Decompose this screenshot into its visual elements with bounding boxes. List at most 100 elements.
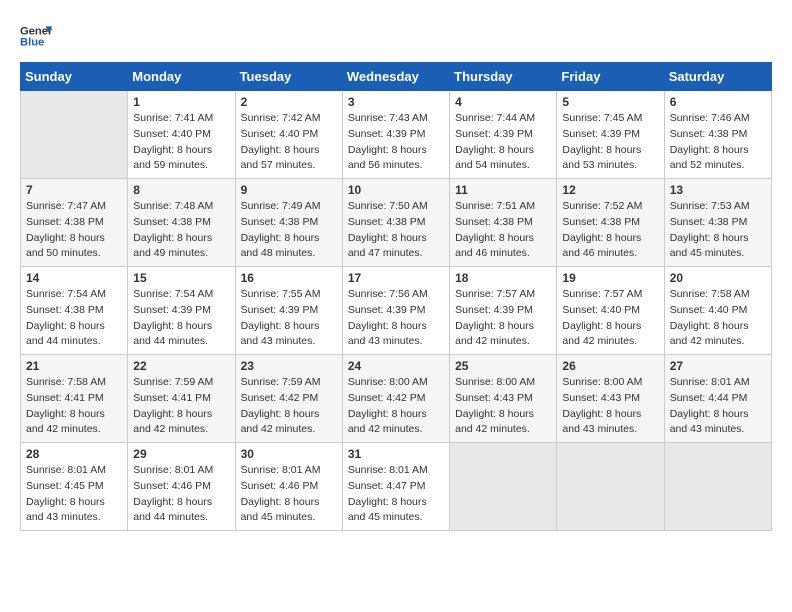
day-number: 3 (348, 95, 444, 109)
day-info: Sunrise: 7:50 AM Sunset: 4:38 PM Dayligh… (348, 199, 444, 262)
calendar-week-3: 14 Sunrise: 7:54 AM Sunset: 4:38 PM Dayli… (21, 267, 772, 355)
calendar-cell: 7 Sunrise: 7:47 AM Sunset: 4:38 PM Daylig… (21, 179, 128, 267)
day-info: Sunrise: 7:53 AM Sunset: 4:38 PM Dayligh… (670, 199, 766, 262)
day-info: Sunrise: 8:00 AM Sunset: 4:43 PM Dayligh… (455, 375, 551, 438)
day-number: 15 (133, 271, 229, 285)
header-friday: Friday (557, 63, 664, 91)
calendar-cell: 5 Sunrise: 7:45 AM Sunset: 4:39 PM Daylig… (557, 91, 664, 179)
calendar-cell: 4Sunrise: 7:44 AM Sunset: 4:39 PM Daylig… (450, 91, 557, 179)
calendar-cell (21, 91, 128, 179)
calendar-cell: 29 Sunrise: 8:01 AM Sunset: 4:46 PM Dayli… (128, 443, 235, 531)
calendar-week-4: 21 Sunrise: 7:58 AM Sunset: 4:41 PM Dayli… (21, 355, 772, 443)
day-info: Sunrise: 7:54 AM Sunset: 4:38 PM Dayligh… (26, 287, 122, 350)
day-info: Sunrise: 7:56 AM Sunset: 4:39 PM Dayligh… (348, 287, 444, 350)
calendar-cell: 13 Sunrise: 7:53 AM Sunset: 4:38 PM Dayli… (664, 179, 771, 267)
day-info: Sunrise: 8:00 AM Sunset: 4:42 PM Dayligh… (348, 375, 444, 438)
calendar-header: Sunday Monday Tuesday Wednesday Thursday… (21, 63, 772, 91)
day-info: Sunrise: 8:01 AM Sunset: 4:46 PM Dayligh… (241, 463, 337, 526)
day-info: Sunrise: 7:44 AM Sunset: 4:39 PM Dayligh… (455, 111, 551, 174)
day-info: Sunrise: 7:52 AM Sunset: 4:38 PM Dayligh… (562, 199, 658, 262)
day-info: Sunrise: 8:00 AM Sunset: 4:43 PM Dayligh… (562, 375, 658, 438)
calendar-cell: 3 Sunrise: 7:43 AM Sunset: 4:39 PM Daylig… (342, 91, 449, 179)
calendar-week-1: 1 Sunrise: 7:41 AM Sunset: 4:40 PM Daylig… (21, 91, 772, 179)
calendar-cell: 15Sunrise: 7:54 AM Sunset: 4:39 PM Dayli… (128, 267, 235, 355)
svg-text:Blue: Blue (20, 37, 44, 49)
day-number: 17 (348, 271, 444, 285)
day-info: Sunrise: 7:51 AM Sunset: 4:38 PM Dayligh… (455, 199, 551, 262)
day-number: 10 (348, 183, 444, 197)
logo: General Blue (20, 20, 52, 52)
day-info: Sunrise: 8:01 AM Sunset: 4:45 PM Dayligh… (26, 463, 122, 526)
day-number: 7 (26, 183, 122, 197)
day-info: Sunrise: 7:47 AM Sunset: 4:38 PM Dayligh… (26, 199, 122, 262)
day-number: 18 (455, 271, 551, 285)
calendar-cell: 24 Sunrise: 8:00 AM Sunset: 4:42 PM Dayli… (342, 355, 449, 443)
calendar-cell: 26Sunrise: 8:00 AM Sunset: 4:43 PM Dayli… (557, 355, 664, 443)
day-number: 16 (241, 271, 337, 285)
day-number: 14 (26, 271, 122, 285)
day-info: Sunrise: 7:46 AM Sunset: 4:38 PM Dayligh… (670, 111, 766, 174)
day-number: 29 (133, 447, 229, 461)
calendar-cell: 9 Sunrise: 7:49 AM Sunset: 4:38 PM Daylig… (235, 179, 342, 267)
day-info: Sunrise: 7:59 AM Sunset: 4:42 PM Dayligh… (241, 375, 337, 438)
day-info: Sunrise: 7:55 AM Sunset: 4:39 PM Dayligh… (241, 287, 337, 350)
calendar-cell: 31Sunrise: 8:01 AM Sunset: 4:47 PM Dayli… (342, 443, 449, 531)
header-sunday: Sunday (21, 63, 128, 91)
day-info: Sunrise: 7:57 AM Sunset: 4:39 PM Dayligh… (455, 287, 551, 350)
day-info: Sunrise: 7:48 AM Sunset: 4:38 PM Dayligh… (133, 199, 229, 262)
day-number: 6 (670, 95, 766, 109)
day-info: Sunrise: 8:01 AM Sunset: 4:47 PM Dayligh… (348, 463, 444, 526)
day-info: Sunrise: 7:58 AM Sunset: 4:41 PM Dayligh… (26, 375, 122, 438)
calendar-cell: 25Sunrise: 8:00 AM Sunset: 4:43 PM Dayli… (450, 355, 557, 443)
calendar-cell: 27Sunrise: 8:01 AM Sunset: 4:44 PM Dayli… (664, 355, 771, 443)
day-number: 13 (670, 183, 766, 197)
day-info: Sunrise: 7:58 AM Sunset: 4:40 PM Dayligh… (670, 287, 766, 350)
header-tuesday: Tuesday (235, 63, 342, 91)
day-number: 19 (562, 271, 658, 285)
calendar-cell (557, 443, 664, 531)
calendar-cell: 1 Sunrise: 7:41 AM Sunset: 4:40 PM Daylig… (128, 91, 235, 179)
day-number: 5 (562, 95, 658, 109)
day-number: 20 (670, 271, 766, 285)
day-info: Sunrise: 7:57 AM Sunset: 4:40 PM Dayligh… (562, 287, 658, 350)
day-number: 2 (241, 95, 337, 109)
calendar-cell (664, 443, 771, 531)
day-info: Sunrise: 7:41 AM Sunset: 4:40 PM Dayligh… (133, 111, 229, 174)
day-number: 8 (133, 183, 229, 197)
day-number: 1 (133, 95, 229, 109)
calendar-cell: 16 Sunrise: 7:55 AM Sunset: 4:39 PM Dayli… (235, 267, 342, 355)
calendar-cell: 12 Sunrise: 7:52 AM Sunset: 4:38 PM Dayli… (557, 179, 664, 267)
calendar-cell: 21 Sunrise: 7:58 AM Sunset: 4:41 PM Dayli… (21, 355, 128, 443)
day-info: Sunrise: 8:01 AM Sunset: 4:46 PM Dayligh… (133, 463, 229, 526)
logo-icon: General Blue (20, 20, 52, 52)
day-number: 24 (348, 359, 444, 373)
day-number: 12 (562, 183, 658, 197)
day-info: Sunrise: 7:49 AM Sunset: 4:38 PM Dayligh… (241, 199, 337, 262)
calendar-cell: 17 Sunrise: 7:56 AM Sunset: 4:39 PM Dayli… (342, 267, 449, 355)
day-info: Sunrise: 7:43 AM Sunset: 4:39 PM Dayligh… (348, 111, 444, 174)
day-info: Sunrise: 7:59 AM Sunset: 4:41 PM Dayligh… (133, 375, 229, 438)
calendar-body: 1 Sunrise: 7:41 AM Sunset: 4:40 PM Daylig… (21, 91, 772, 531)
calendar-cell: 6 Sunrise: 7:46 AM Sunset: 4:38 PM Daylig… (664, 91, 771, 179)
calendar-cell: 22 Sunrise: 7:59 AM Sunset: 4:41 PM Dayli… (128, 355, 235, 443)
page-header: General Blue (20, 20, 772, 52)
calendar-cell: 8 Sunrise: 7:48 AM Sunset: 4:38 PM Daylig… (128, 179, 235, 267)
day-number: 21 (26, 359, 122, 373)
day-number: 28 (26, 447, 122, 461)
day-number: 22 (133, 359, 229, 373)
header-saturday: Saturday (664, 63, 771, 91)
day-number: 30 (241, 447, 337, 461)
header-wednesday: Wednesday (342, 63, 449, 91)
calendar-week-2: 7 Sunrise: 7:47 AM Sunset: 4:38 PM Daylig… (21, 179, 772, 267)
calendar-cell: 19 Sunrise: 7:57 AM Sunset: 4:40 PM Dayli… (557, 267, 664, 355)
header-monday: Monday (128, 63, 235, 91)
header-row: Sunday Monday Tuesday Wednesday Thursday… (21, 63, 772, 91)
calendar-cell: 28 Sunrise: 8:01 AM Sunset: 4:45 PM Dayli… (21, 443, 128, 531)
calendar-table: Sunday Monday Tuesday Wednesday Thursday… (20, 62, 772, 531)
day-number: 9 (241, 183, 337, 197)
calendar-cell: 18 Sunrise: 7:57 AM Sunset: 4:39 PM Dayli… (450, 267, 557, 355)
day-info: Sunrise: 7:45 AM Sunset: 4:39 PM Dayligh… (562, 111, 658, 174)
day-number: 23 (241, 359, 337, 373)
day-info: Sunrise: 8:01 AM Sunset: 4:44 PM Dayligh… (670, 375, 766, 438)
day-info: Sunrise: 7:42 AM Sunset: 4:40 PM Dayligh… (241, 111, 337, 174)
